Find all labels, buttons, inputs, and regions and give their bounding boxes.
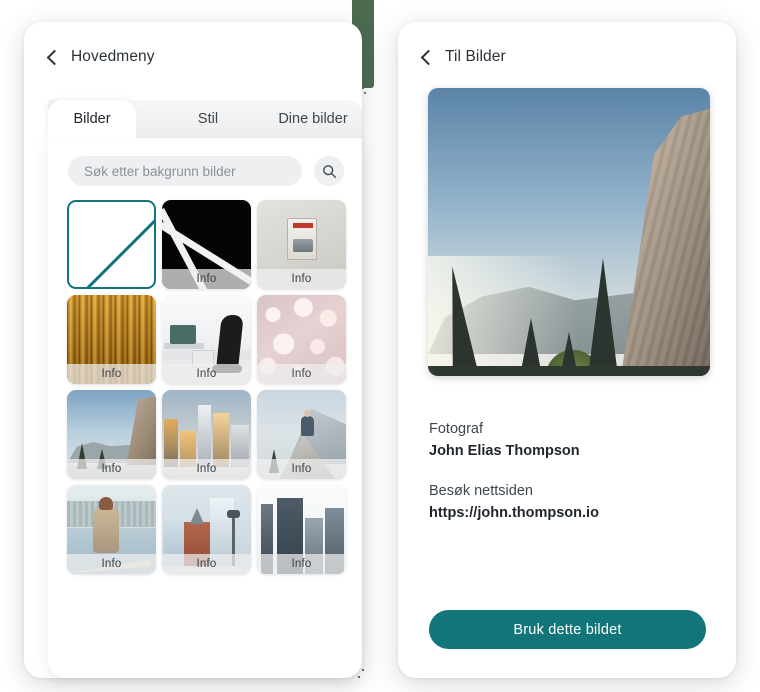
tile-woman-in-canoe[interactable]: Info (67, 485, 156, 574)
search-button[interactable] (314, 156, 344, 186)
tile-info-label[interactable]: Info (162, 364, 251, 384)
tile-hiker-on-peak[interactable]: Info (257, 390, 346, 479)
image-detail-panel: Til Bilder Fotograf John Elias Thompson … (398, 22, 736, 678)
tile-info-label[interactable]: Info (257, 459, 346, 479)
el-capitan-yosemite-photo (428, 88, 710, 376)
chevron-left-icon (46, 49, 63, 65)
search-row (48, 138, 362, 186)
tab-bilder-label: Bilder (73, 111, 111, 127)
image-picker-panel: Hovedmeny Bilder Stil Dine bilder Søk et… (24, 22, 362, 678)
back-to-images-button[interactable]: Til Bilder (398, 22, 736, 66)
tab-stil-label: Stil (197, 111, 219, 127)
chevron-left-icon (420, 49, 437, 65)
background-image-grid: Info Info Info Info Info Info Info Info … (48, 186, 362, 574)
website-label: Besøk nettsiden (429, 483, 533, 499)
tab-dine-bilder-label: Dine bilder (278, 111, 348, 127)
photo-metadata: Fotograf John Elias Thompson Besøk netts… (429, 418, 699, 524)
tile-info-label[interactable]: Info (162, 459, 251, 479)
tile-fire-alarm-switch[interactable]: Info (257, 200, 346, 289)
use-this-image-button[interactable]: Bruk dette bildet (429, 610, 706, 649)
images-tab-content: Info Info Info (48, 138, 362, 678)
tile-city-skyline-sunset[interactable]: Info (162, 390, 251, 479)
tile-modern-skyscrapers[interactable]: Info (257, 485, 346, 574)
website-url[interactable]: https://john.thompson.io (429, 502, 699, 524)
tab-dine-bilder[interactable]: Dine bilder (264, 100, 362, 138)
search-input[interactable] (68, 156, 302, 186)
tab-stil[interactable]: Stil (178, 100, 238, 138)
tile-info-label[interactable]: Info (162, 554, 251, 574)
tile-info-label[interactable]: Info (67, 554, 156, 574)
tile-info-label[interactable]: Info (257, 269, 346, 289)
back-to-main-menu-label: Hovedmeny (71, 48, 155, 65)
tile-info-label[interactable]: Info (257, 554, 346, 574)
meta-spacer (429, 462, 699, 480)
tile-black-abstract-lines[interactable]: Info (162, 200, 251, 289)
tile-golden-wood-texture[interactable]: Info (67, 295, 156, 384)
tile-yosemite-valley[interactable]: Info (67, 390, 156, 479)
tile-office-interior[interactable]: Info (162, 295, 251, 384)
tile-info-label[interactable]: Info (257, 364, 346, 384)
tile-info-label[interactable]: Info (67, 459, 156, 479)
tile-no-image-placeholder[interactable] (67, 200, 156, 289)
tile-info-label[interactable]: Info (162, 269, 251, 289)
app-screenshot: Hovedmeny Bilder Stil Dine bilder Søk et… (0, 0, 760, 692)
tile-info-label[interactable]: Info (67, 364, 156, 384)
back-to-images-label: Til Bilder (445, 48, 506, 65)
back-to-main-menu-button[interactable]: Hovedmeny (24, 22, 362, 66)
photographer-label: Fotograf (429, 421, 483, 437)
photographer-name: John Elias Thompson (429, 443, 580, 459)
tile-pink-bokeh-lights[interactable]: Info (257, 295, 346, 384)
tab-bilder[interactable]: Bilder (48, 100, 136, 138)
tile-flatiron-building[interactable]: Info (162, 485, 251, 574)
search-icon (322, 164, 336, 178)
tab-bar: Bilder Stil Dine bilder (48, 100, 362, 138)
